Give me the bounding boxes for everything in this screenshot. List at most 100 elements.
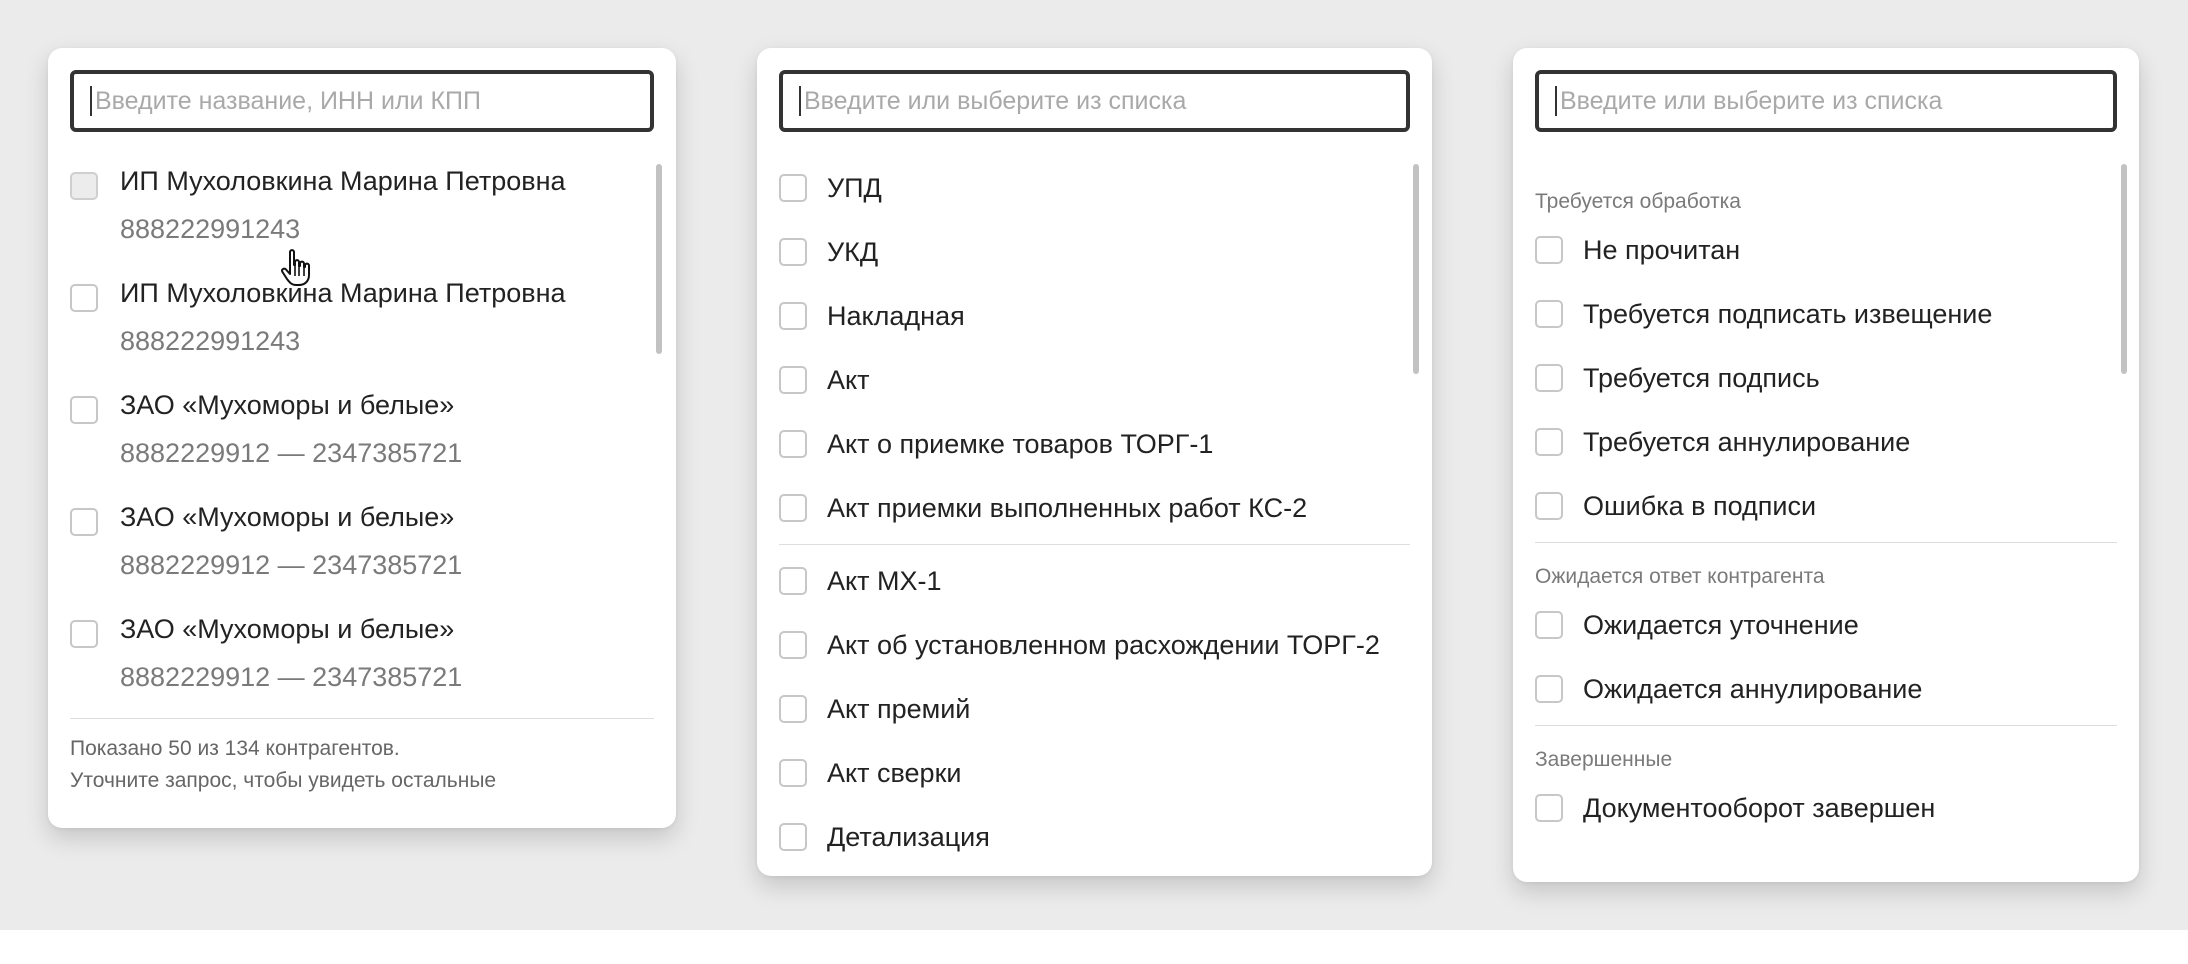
scrollbar[interactable]: [1413, 164, 1419, 374]
option-label: Акт премий: [827, 693, 971, 724]
checkbox[interactable]: [1535, 300, 1563, 328]
option-label: Ожидается аннулирование: [1583, 673, 1923, 704]
divider: [1535, 725, 2117, 726]
checkbox[interactable]: [779, 567, 807, 595]
option-label: Требуется подписать извещение: [1583, 298, 1993, 329]
counterparty-option[interactable]: ЗАО «Мухоморы и белые» 8882229912 — 2347…: [70, 500, 654, 612]
checkbox[interactable]: [70, 172, 98, 200]
counterparty-name: ИП Мухоловкина Марина Петровна: [120, 278, 566, 308]
status-search-placeholder: Введите или выберите из списка: [1560, 86, 1943, 115]
counterparty-option[interactable]: ЗАО «Мухоморы и белые» 8882229912 — 2347…: [70, 612, 654, 724]
group-label: Ожидается ответ контрагента: [1535, 565, 1825, 588]
counterparty-inn: 8882229912 — 2347385721: [120, 438, 463, 468]
status-list: Требуется обработка Не прочитан Требуетс…: [1535, 172, 2117, 840]
checkbox[interactable]: [70, 284, 98, 312]
results-hint: Показано 50 из 134 контрагентов. Уточнит…: [70, 718, 654, 797]
option-label: Ошибка в подписи: [1583, 490, 1817, 521]
option-label: Акт о приемке товаров ТОРГ-1: [827, 428, 1214, 459]
counterparty-search-placeholder: Введите название, ИНН или КПП: [95, 86, 481, 115]
scrollbar[interactable]: [2121, 164, 2127, 374]
counterparty-option[interactable]: ЗАО «Мухоморы и белые» 8882229912 — 2347…: [70, 388, 654, 500]
checkbox[interactable]: [70, 508, 98, 536]
checkbox[interactable]: [779, 631, 807, 659]
document-type-search-placeholder: Введите или выберите из списка: [804, 86, 1187, 115]
option-sign-notice[interactable]: Требуется подписать извещение: [1535, 282, 2117, 346]
counterparty-inn: 8882229912 — 2347385721: [120, 662, 463, 692]
checkbox[interactable]: [1535, 428, 1563, 456]
counterparty-search-input[interactable]: Введите название, ИНН или КПП: [70, 70, 654, 132]
option-invoice[interactable]: Накладная: [779, 284, 1410, 348]
checkbox[interactable]: [1535, 611, 1563, 639]
counterparty-name: ЗАО «Мухоморы и белые»: [120, 502, 455, 532]
checkbox[interactable]: [779, 494, 807, 522]
checkbox[interactable]: [779, 302, 807, 330]
option-label: Акт приемки выполненных работ КС-2: [827, 492, 1308, 523]
checkbox[interactable]: [1535, 492, 1563, 520]
scrollbar[interactable]: [656, 164, 662, 354]
hand-pointer-icon: [281, 249, 310, 286]
option-label: Накладная: [827, 300, 965, 331]
option-label: УКД: [827, 236, 879, 267]
checkbox[interactable]: [1535, 794, 1563, 822]
option-label: Ожидается уточнение: [1583, 609, 1859, 640]
document-type-dropdown: Введите или выберите из списка УПД УКД Н…: [757, 48, 1432, 876]
checkbox[interactable]: [70, 620, 98, 648]
counterparty-inn: 8882229912 — 2347385721: [120, 550, 463, 580]
checkbox[interactable]: [779, 366, 807, 394]
option-awaiting-clarification[interactable]: Ожидается уточнение: [1535, 593, 2117, 657]
checkbox[interactable]: [1535, 364, 1563, 392]
option-act-mx1[interactable]: Акт МХ-1: [779, 549, 1410, 613]
option-act-torg2[interactable]: Акт об установленном расхождении ТОРГ-2: [779, 613, 1410, 677]
counterparty-name: ИП Мухоловкина Марина Петровна: [120, 166, 566, 196]
option-label: Акт об установленном расхождении ТОРГ-2: [827, 629, 1380, 660]
checkbox[interactable]: [779, 823, 807, 851]
option-detalization[interactable]: Детализация: [779, 805, 1410, 869]
text-caret: [799, 86, 801, 116]
option-act-torg1[interactable]: Акт о приемке товаров ТОРГ-1: [779, 412, 1410, 476]
option-label: Документооборот завершен: [1583, 792, 1936, 823]
option-label: Требуется подпись: [1583, 362, 1820, 393]
counterparty-option[interactable]: ИП Мухоловкина Марина Петровна 888222991…: [70, 276, 654, 388]
document-type-list: УПД УКД Накладная Акт Акт о приемке това…: [779, 156, 1410, 869]
counterparty-name: ЗАО «Мухоморы и белые»: [120, 390, 455, 420]
option-unread[interactable]: Не прочитан: [1535, 218, 2117, 282]
option-ukd[interactable]: УКД: [779, 220, 1410, 284]
counterparty-option[interactable]: ИП Мухоловкина Марина Петровна 888222991…: [70, 164, 654, 276]
status-dropdown: Введите или выберите из списка Требуется…: [1513, 48, 2139, 882]
status-search-input[interactable]: Введите или выберите из списка: [1535, 70, 2117, 132]
option-workflow-completed[interactable]: Документооборот завершен: [1535, 776, 2117, 840]
text-caret: [90, 86, 92, 116]
results-count-text: Показано 50 из 134 контрагентов.: [70, 737, 400, 760]
checkbox[interactable]: [779, 238, 807, 266]
option-upd[interactable]: УПД: [779, 156, 1410, 220]
divider: [1535, 542, 2117, 543]
option-act-bonuses[interactable]: Акт премий: [779, 677, 1410, 741]
option-reconciliation-act[interactable]: Акт сверки: [779, 741, 1410, 805]
counterparty-list: ИП Мухоловкина Марина Петровна 888222991…: [70, 164, 654, 724]
option-signature-error[interactable]: Ошибка в подписи: [1535, 474, 2117, 538]
checkbox[interactable]: [70, 396, 98, 424]
background: Введите название, ИНН или КПП ИП Мухолов…: [0, 0, 2188, 930]
option-sign-required[interactable]: Требуется подпись: [1535, 346, 2117, 410]
option-annul-required[interactable]: Требуется аннулирование: [1535, 410, 2117, 474]
checkbox[interactable]: [779, 174, 807, 202]
checkbox[interactable]: [1535, 236, 1563, 264]
option-act[interactable]: Акт: [779, 348, 1410, 412]
group-label: Завершенные: [1535, 748, 1673, 771]
counterparty-inn: 888222991243: [120, 326, 301, 356]
checkbox[interactable]: [1535, 675, 1563, 703]
option-label: Акт МХ-1: [827, 565, 942, 596]
document-type-search-input[interactable]: Введите или выберите из списка: [779, 70, 1410, 132]
checkbox[interactable]: [779, 695, 807, 723]
checkbox[interactable]: [779, 430, 807, 458]
divider: [779, 544, 1410, 545]
option-label: Не прочитан: [1583, 234, 1741, 265]
group-label: Требуется обработка: [1535, 190, 1741, 213]
checkbox[interactable]: [779, 759, 807, 787]
option-awaiting-annulment[interactable]: Ожидается аннулирование: [1535, 657, 2117, 721]
refine-query-text: Уточните запрос, чтобы увидеть остальные: [70, 769, 497, 792]
option-label: Акт сверки: [827, 757, 962, 788]
option-act-ks2[interactable]: Акт приемки выполненных работ КС-2: [779, 476, 1410, 540]
option-label: УПД: [827, 172, 882, 203]
text-caret: [1555, 86, 1557, 116]
